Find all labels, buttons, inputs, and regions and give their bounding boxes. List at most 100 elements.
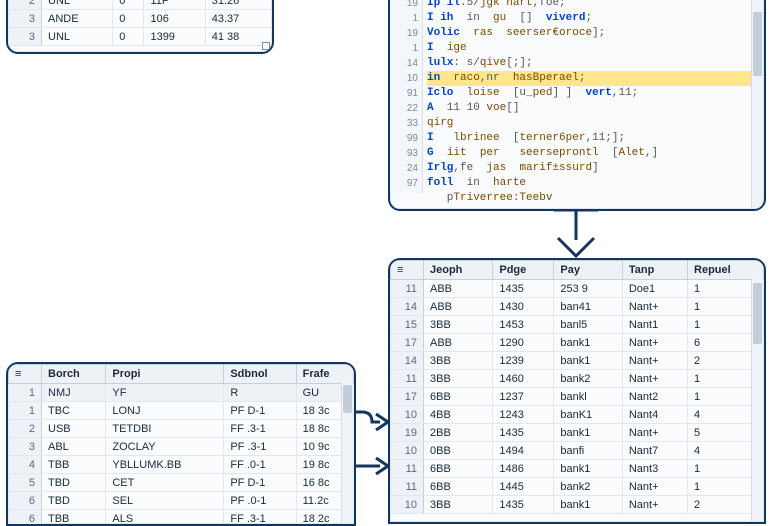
code-line[interactable]: G iit per seerseprontl [Alet,] <box>427 146 760 161</box>
cell: 1486 <box>493 460 554 478</box>
line-number: 10 <box>390 71 418 86</box>
table-row[interactable]: 1NMJYFRGU <box>9 384 354 402</box>
table-row[interactable]: 100BB1494banfiNant74 <box>391 442 764 460</box>
table-row[interactable]: 116BB1445bank2Nant+1 <box>391 478 764 496</box>
code-line[interactable]: pTriverree:Teebv <box>427 191 760 206</box>
column-header[interactable]: Pdge <box>493 261 554 280</box>
code-line[interactable]: Iclo loise [u_ped] ] vert,11; <box>427 86 760 101</box>
code-token: seerser€oroce <box>506 27 592 39</box>
code-line[interactable]: foll in harte <box>427 176 760 191</box>
code-token <box>434 132 454 144</box>
code-token: gu <box>493 12 506 24</box>
table-row[interactable]: 116BB1486bank1Nant31 <box>391 460 764 478</box>
cell: NMJ <box>42 384 106 402</box>
cell: YF <box>106 384 224 402</box>
cell: 31.26 <box>205 0 271 10</box>
column-header[interactable]: Repuel <box>688 261 764 280</box>
resize-handle[interactable] <box>262 42 270 50</box>
column-header[interactable]: Jeoph <box>424 261 493 280</box>
vertical-scrollbar[interactable] <box>341 382 353 523</box>
column-header[interactable]: Pay <box>554 261 622 280</box>
table-row[interactable]: 3UNL0139941 38 <box>9 28 272 46</box>
table-row[interactable]: 143BB1239bank1Nant+2 <box>391 352 764 370</box>
cell: 3BB <box>424 316 493 334</box>
code-line[interactable]: I lbrinee [terner6per,11;]; <box>427 131 760 146</box>
code-token: ,] <box>645 147 658 159</box>
column-header[interactable]: Propi <box>106 365 224 384</box>
cell: USB <box>42 420 106 438</box>
table-row[interactable]: 4TBBYBLLUMK.BBFF .0-119 8c <box>9 456 354 474</box>
table-row[interactable]: 192BB1435bank1Nant+5 <box>391 424 764 442</box>
table-row[interactable]: 11ABB1435253 9Doe11 <box>391 280 764 298</box>
code-token: hasBperael <box>513 72 579 84</box>
column-header[interactable]: Sdbnol <box>224 365 296 384</box>
table-row[interactable]: 103BB1435bank1Nant+2 <box>391 496 764 514</box>
cell: Nant+ <box>622 334 687 352</box>
cell: 0 <box>113 28 144 46</box>
row-number: 2 <box>9 420 42 438</box>
cell: ABB <box>424 280 493 298</box>
vertical-scrollbar[interactable] <box>751 0 763 208</box>
cell: Doe1 <box>622 280 687 298</box>
line-number: 1 <box>390 11 418 26</box>
code-line[interactable]: Ip il.5/jgk hart,foe; <box>427 0 760 11</box>
cell: ABL <box>42 438 106 456</box>
code-line[interactable]: Volic ras seerser€oroce]; <box>427 26 760 41</box>
code-token: Irlg <box>427 162 453 174</box>
table-row[interactable]: 1TBCLONJPF D-118 3c <box>9 402 354 420</box>
table-row[interactable]: 5TBDCETPF D-116 8c <box>9 474 354 492</box>
table-row[interactable]: 153BB1453banl5Nant11 <box>391 316 764 334</box>
code-token: A <box>427 102 434 114</box>
code-token <box>506 162 519 174</box>
cell: 3BB <box>424 370 493 388</box>
column-header[interactable]: Frafe <box>296 365 353 384</box>
code-token: : s/ <box>453 57 479 69</box>
scrollbar-thumb[interactable] <box>343 385 352 413</box>
code-token: foll <box>427 177 453 189</box>
cell: TBD <box>42 474 106 492</box>
table-row[interactable]: 113BB1460bank2Nant+1 <box>391 370 764 388</box>
row-number: 11 <box>391 460 424 478</box>
line-number: 93 <box>390 146 418 161</box>
line-number: 97 <box>390 176 418 191</box>
cell: TBB <box>42 456 106 474</box>
line-gutter: 191191141091223399932497 <box>390 0 423 193</box>
row-number: 1 <box>9 402 42 420</box>
code-line[interactable]: A 11 10 voe[] <box>427 101 760 116</box>
column-header[interactable]: Tanp <box>622 261 687 280</box>
big-table-panel: ≡JeophPdgePayTanpRepuel 11ABB1435253 9Do… <box>388 258 766 524</box>
corner-header[interactable]: ≡ <box>9 365 42 384</box>
line-number: 24 <box>390 161 418 176</box>
corner-header[interactable]: ≡ <box>391 261 424 280</box>
table-row[interactable]: 17ABB1290bank1Nant+6 <box>391 334 764 352</box>
table-row[interactable]: 3ABLZOCLAYPF .3-110 9c <box>9 438 354 456</box>
code-token: in <box>453 12 493 24</box>
vertical-scrollbar[interactable] <box>751 278 763 521</box>
table-row[interactable]: 176BB1237banklNant21 <box>391 388 764 406</box>
code-line[interactable]: qirg <box>427 116 760 131</box>
row-number: 14 <box>391 298 424 316</box>
table-row[interactable]: 2UNL011P31.26 <box>9 0 272 10</box>
scrollbar-thumb[interactable] <box>753 12 762 76</box>
code-line[interactable]: in raco,nr hasBperael; <box>427 71 760 86</box>
code-line[interactable]: I ih in gu [] viverd; <box>427 11 760 26</box>
cell: Nant+ <box>622 478 687 496</box>
table-row[interactable]: 104BB1243banK1Nant44 <box>391 406 764 424</box>
cell: 1435 <box>493 424 554 442</box>
code-area[interactable]: Ip il.5/jgk hart,foe;I ih in gu [] viver… <box>423 0 764 208</box>
code-token: ,nr <box>480 72 513 84</box>
code-line[interactable]: I ige <box>427 41 760 56</box>
code-token: ] <box>592 162 599 174</box>
column-header[interactable]: Borch <box>42 365 106 384</box>
table-row[interactable]: 6TBDSELPF .0-111.2c <box>9 492 354 510</box>
table-row[interactable]: 3ANDE010643.37 <box>9 10 272 28</box>
code-line[interactable]: lulx: s/qive[;]; <box>427 56 760 71</box>
line-number: 19 <box>390 0 418 11</box>
table-row[interactable]: 2USBTETDBIFF .3-118 8c <box>9 420 354 438</box>
cell: 1239 <box>493 352 554 370</box>
table-row[interactable]: 14ABB1430ban41Nant+1 <box>391 298 764 316</box>
code-line[interactable]: Irlg,fe jas marif±ssurd] <box>427 161 760 176</box>
line-number: 22 <box>390 101 418 116</box>
code-token: vert <box>585 87 611 99</box>
scrollbar-thumb[interactable] <box>753 283 762 344</box>
